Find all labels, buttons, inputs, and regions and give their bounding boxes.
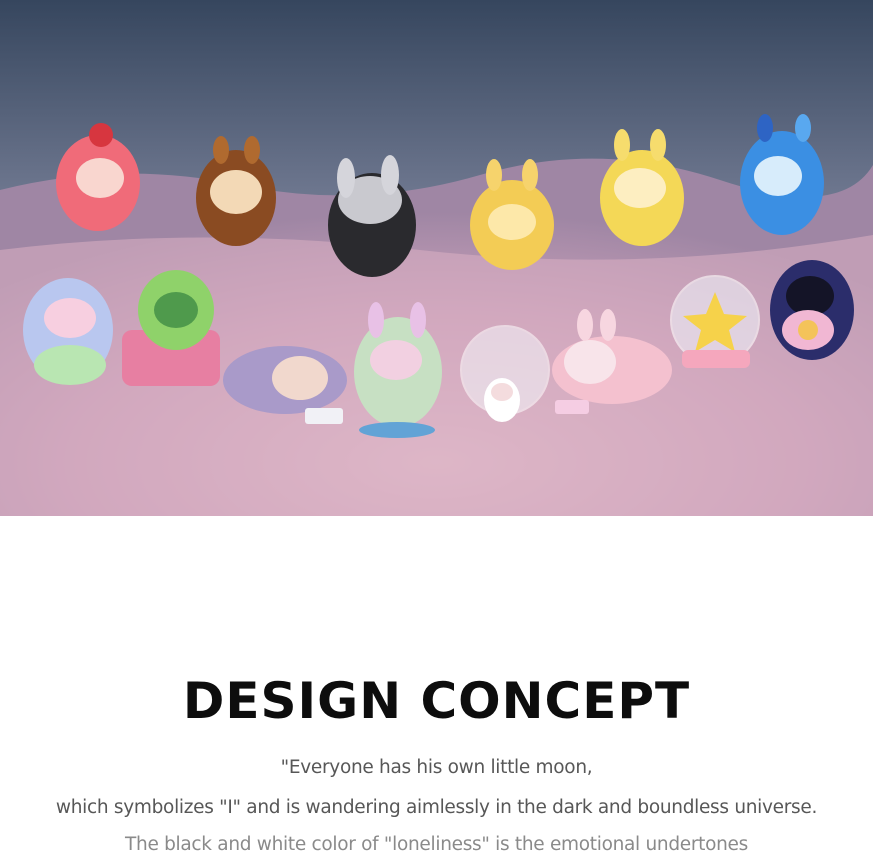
concept-line-1: "Everyone has his own little moon,	[280, 757, 593, 778]
figure-rainbow	[23, 278, 113, 385]
section-title: DESIGN CONCEPT	[182, 672, 691, 730]
design-concept-section: DESIGN CONCEPT "Everyone has his own lit…	[0, 516, 873, 855]
concept-line-2: which symbolizes "I" and is wandering ai…	[55, 797, 818, 818]
concept-line-3: The black and white color of "loneliness…	[125, 834, 748, 855]
figure-navy	[770, 260, 854, 360]
figure-star-dome	[670, 275, 760, 368]
hero-illustration	[0, 0, 873, 516]
hero-image	[0, 0, 873, 516]
